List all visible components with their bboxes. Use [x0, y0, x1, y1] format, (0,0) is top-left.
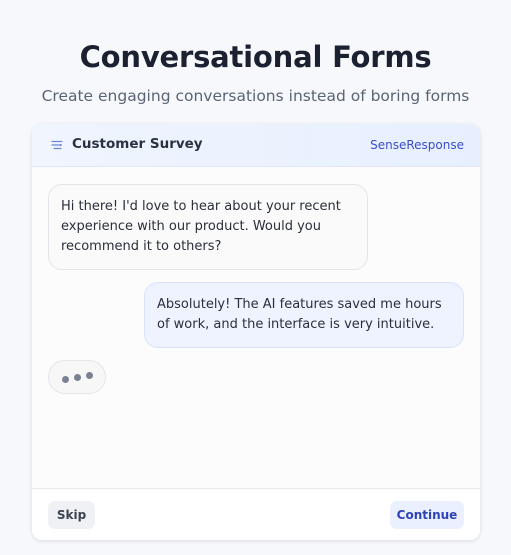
- continue-button[interactable]: Continue: [390, 501, 464, 529]
- card-title: Customer Survey: [72, 136, 203, 152]
- survey-card: Customer Survey SenseResponse Hi there! …: [32, 124, 480, 540]
- bot-message: Hi there! I'd love to hear about your re…: [48, 184, 368, 270]
- brand-label: SenseResponse: [370, 138, 464, 152]
- chat-area: Hi there! I'd love to hear about your re…: [32, 167, 480, 488]
- typing-dot: [86, 372, 93, 379]
- typing-dot: [74, 374, 81, 381]
- skip-button[interactable]: Skip: [48, 501, 95, 529]
- user-message: Absolutely! The AI features saved me hou…: [144, 282, 464, 348]
- list-settings-icon: [51, 140, 63, 150]
- typing-dot: [62, 376, 69, 383]
- page-title: Conversational Forms: [79, 40, 432, 74]
- card-header: Customer Survey SenseResponse: [32, 124, 480, 167]
- page-subtitle: Create engaging conversations instead of…: [41, 87, 470, 105]
- typing-indicator: [48, 360, 106, 394]
- card-footer: Skip Continue: [32, 488, 480, 540]
